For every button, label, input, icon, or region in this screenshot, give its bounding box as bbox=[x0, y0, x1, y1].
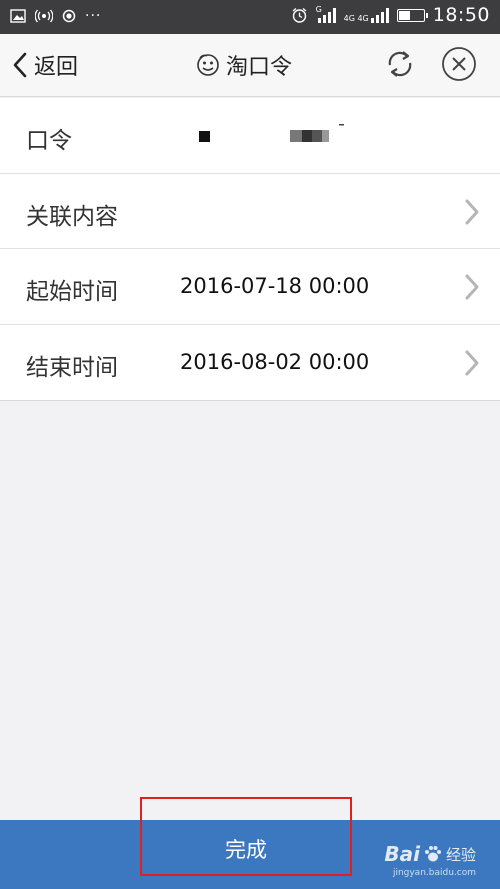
done-label: 完成 bbox=[225, 837, 267, 862]
page-title: 淘口令 bbox=[196, 49, 292, 81]
status-right-icons: G 4G 4G 18:50 bbox=[291, 4, 490, 26]
more-icon: ··· bbox=[85, 8, 102, 24]
footer-bar: 完成 Bai 经验 jingyan.baidu.com bbox=[0, 797, 500, 889]
row-value: 2016-07-18 00:00 bbox=[180, 274, 370, 298]
row-value: 2016-08-02 00:00 bbox=[180, 349, 370, 374]
row-label: 关联内容 bbox=[26, 203, 118, 230]
paw-icon bbox=[424, 846, 441, 862]
back-label: 返回 bbox=[34, 55, 79, 80]
taobao-face-icon bbox=[197, 54, 219, 76]
row-password[interactable]: 口令 bbox=[0, 98, 500, 174]
baidu-watermark: Bai 经验 jingyan.baidu.com bbox=[384, 842, 476, 878]
settings-list: 口令 关联内容 起始时间 2016-07-18 00:00 结束时间 2016-… bbox=[0, 98, 500, 401]
image-icon bbox=[10, 9, 26, 23]
page-title-text: 淘口令 bbox=[226, 55, 293, 80]
row-label: 起始时间 bbox=[26, 279, 118, 305]
sim1-label: G bbox=[315, 5, 322, 14]
status-left-icons: ··· bbox=[10, 8, 101, 24]
close-icon[interactable] bbox=[441, 46, 477, 82]
done-button[interactable]: 完成 bbox=[140, 797, 352, 876]
row-label: 结束时间 bbox=[26, 354, 118, 381]
chevron-right-icon bbox=[465, 274, 479, 300]
alarm-icon bbox=[292, 7, 307, 23]
refresh-icon[interactable] bbox=[382, 46, 418, 82]
watermark-brand: Bai bbox=[384, 842, 420, 866]
redacted-code bbox=[199, 124, 344, 142]
chevron-left-icon bbox=[13, 52, 27, 78]
signal-icon-2: 4G 4G bbox=[344, 7, 389, 23]
row-start-time[interactable]: 起始时间 2016-07-18 00:00 bbox=[0, 249, 500, 325]
row-end-time[interactable]: 结束时间 2016-08-02 00:00 bbox=[0, 325, 500, 401]
nav-bar: 返回 淘口令 bbox=[0, 34, 500, 97]
chevron-right-icon bbox=[465, 350, 479, 375]
watermark-url: jingyan.baidu.com bbox=[392, 868, 476, 878]
watermark-cn: 经验 bbox=[445, 845, 476, 864]
back-button[interactable]: 返回 bbox=[12, 49, 78, 81]
status-time: 18:50 bbox=[432, 4, 490, 26]
status-bar: ··· G 4G 4G 18:50 bbox=[0, 0, 500, 34]
sim2-label: 4G 4G bbox=[343, 14, 369, 23]
signal-icon: G bbox=[315, 5, 336, 23]
record-icon bbox=[62, 9, 76, 23]
row-related-content[interactable]: 关联内容 bbox=[0, 174, 500, 249]
battery-icon bbox=[396, 8, 428, 22]
chevron-right-icon bbox=[465, 199, 479, 224]
hotspot-icon bbox=[35, 9, 53, 23]
